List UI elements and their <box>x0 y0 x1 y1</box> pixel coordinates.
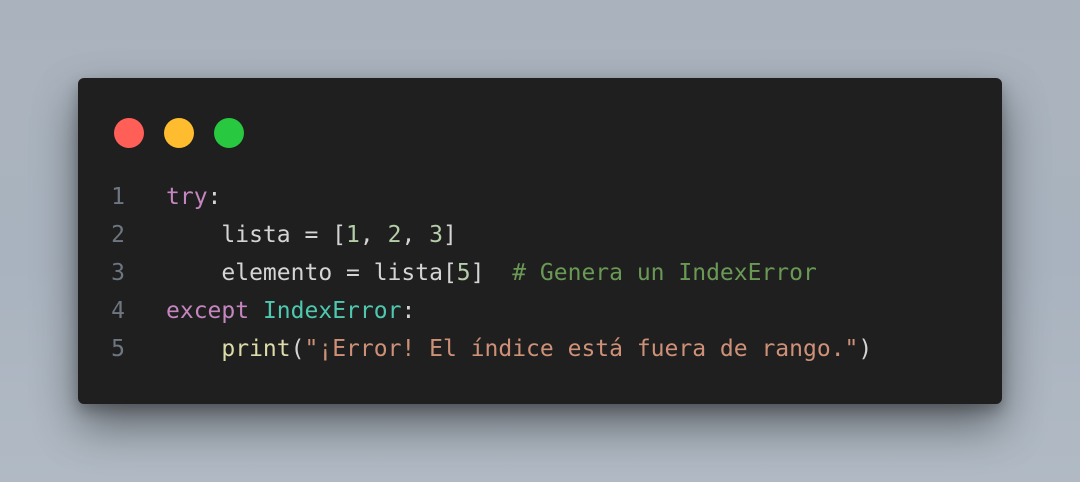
code-token: ] <box>443 222 457 248</box>
line-number: 3 <box>111 260 125 286</box>
code-token: "¡Error! El índice está fuera de rango." <box>304 336 859 362</box>
code-token: IndexError <box>262 298 402 324</box>
code-token: : <box>207 184 222 210</box>
close-dot-icon[interactable] <box>114 118 144 148</box>
code-token: # Genera un IndexError <box>512 260 817 286</box>
code-line: 3 elemento = lista[5] # Genera un IndexE… <box>78 254 1002 292</box>
code-token: ) <box>858 336 873 362</box>
code-line: 4 except IndexError: <box>78 292 1002 330</box>
code-line: 1 try: <box>78 178 1002 216</box>
line-number: 5 <box>111 336 125 362</box>
code-token: try <box>166 184 208 210</box>
line-source: lista = [1, 2, 3] <box>166 216 457 254</box>
code-token: , <box>401 222 430 248</box>
line-source: except IndexError: <box>166 292 415 330</box>
minimize-dot-icon[interactable] <box>164 118 194 148</box>
code-token: ( <box>290 336 305 362</box>
code-token: 2 <box>387 222 402 248</box>
code-token: print <box>221 336 291 362</box>
line-source: print("¡Error! El índice está fuera de r… <box>166 330 872 368</box>
line-source: elemento = lista[5] # Genera un IndexErr… <box>166 254 817 292</box>
code-line: 2 lista = [1, 2, 3] <box>78 216 1002 254</box>
maximize-dot-icon[interactable] <box>214 118 244 148</box>
code-token: 3 <box>429 222 443 248</box>
line-number: 2 <box>111 222 125 248</box>
code-token: ] <box>470 260 513 286</box>
code-token: : <box>401 298 416 324</box>
code-block: 1 try: 2 lista = [1, 2, 3] 3 elemento = lis… <box>78 178 1002 368</box>
line-number: 4 <box>111 298 125 324</box>
code-token: , <box>359 222 388 248</box>
line-source: try: <box>166 178 221 216</box>
code-token: 5 <box>456 260 471 286</box>
code-token: lista = [ <box>166 222 347 248</box>
code-token: 1 <box>346 222 360 248</box>
code-line: 5 print("¡Error! El índice está fuera de… <box>78 330 1002 368</box>
line-number: 1 <box>111 184 125 210</box>
code-window: 1 try: 2 lista = [1, 2, 3] 3 elemento = lis… <box>78 78 1002 404</box>
code-token: except <box>166 298 250 324</box>
code-token: elemento = lista[ <box>166 260 457 286</box>
